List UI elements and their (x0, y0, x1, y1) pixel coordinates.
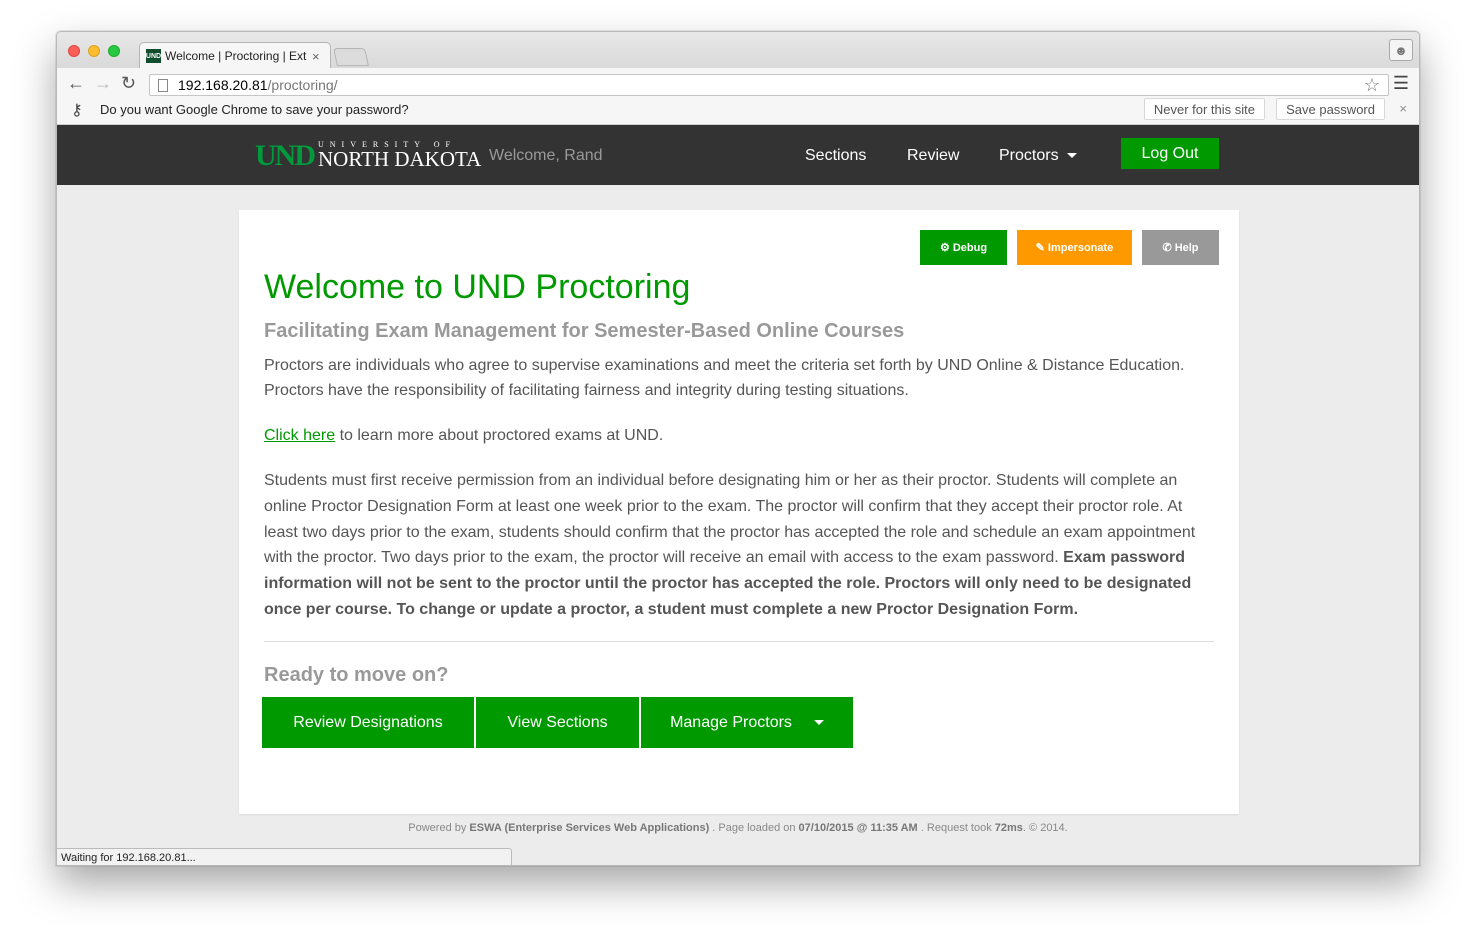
page-subtitle: Facilitating Exam Management for Semeste… (264, 320, 905, 342)
caret-down-icon (813, 720, 824, 725)
browser-tab[interactable]: UND Welcome | Proctoring | Ext × (139, 42, 331, 69)
learn-more-paragraph: Click here to learn more about proctored… (264, 423, 1219, 448)
logo-name-text: NORTH DAKOTA (318, 147, 482, 171)
save-password-infobar: ⚷ Do you want Google Chrome to save your… (57, 96, 1419, 125)
zoom-window-button[interactable] (108, 45, 120, 57)
learn-more-text: to learn more about proctored exams at U… (335, 427, 664, 444)
key-icon: ⚷ (71, 102, 83, 119)
back-arrow-icon[interactable]: ← (67, 74, 85, 92)
site-navbar: UND UNIVERSITY OF NORTH DAKOTA Welcome, … (57, 125, 1419, 185)
welcome-user-text: Welcome, Rand (489, 147, 603, 164)
action-buttons: Review Designations View Sections Manage… (262, 697, 855, 748)
new-tab-button[interactable] (333, 48, 369, 66)
manage-proctors-dropdown[interactable]: Manage Proctors (641, 697, 853, 748)
close-window-button[interactable] (68, 45, 80, 57)
page-body: ⚙ Debug ✎ Impersonate ✆ Help Welcome to UND… (57, 185, 1419, 865)
tab-strip: UND Welcome | Proctoring | Ext × ☻ (57, 32, 1419, 69)
footer-copyright: . © 2014. (1022, 822, 1068, 834)
caret-down-icon (1066, 153, 1077, 159)
infobar-close-icon[interactable]: × (1399, 101, 1407, 116)
und-logo[interactable]: UND UNIVERSITY OF NORTH DAKOTA (255, 139, 482, 172)
bookmark-star-icon[interactable]: ☆ (1364, 75, 1380, 96)
instructions-paragraph: Students must first receive permission f… (264, 468, 1219, 623)
never-for-this-site-button[interactable]: Never for this site (1143, 98, 1265, 120)
view-sections-button[interactable]: View Sections (476, 697, 639, 748)
content-card: ⚙ Debug ✎ Impersonate ✆ Help Welcome to UND… (239, 210, 1239, 814)
logout-button[interactable]: Log Out (1121, 138, 1219, 169)
tab-title: Welcome | Proctoring | Ext (165, 49, 307, 63)
url-host: 192.168.20.81 (178, 77, 268, 93)
page-title: Welcome to UND Proctoring (264, 268, 691, 306)
page-icon (158, 78, 168, 92)
footer-ms: 72ms (994, 822, 1023, 834)
instructions-text: Students must first receive permission f… (264, 472, 1196, 567)
logo-mark: UND (255, 139, 316, 172)
nav-proctors-dropdown[interactable]: Proctors (999, 147, 1077, 165)
save-password-button[interactable]: Save password (1276, 98, 1385, 120)
help-button[interactable]: ✆ Help (1142, 230, 1219, 265)
reload-icon[interactable]: ↻ (121, 74, 136, 92)
nav-sections-link[interactable]: Sections (805, 147, 866, 165)
nav-proctors-label: Proctors (999, 147, 1059, 164)
ready-heading: Ready to move on? (264, 664, 449, 686)
intro-paragraph: Proctors are individuals who agree to su… (264, 357, 1185, 399)
footer-date: 07/10/2015 @ 11:35 AM (798, 822, 918, 834)
click-here-link[interactable]: Click here (264, 427, 335, 444)
impersonate-button[interactable]: ✎ Impersonate (1017, 230, 1132, 265)
review-designations-button[interactable]: Review Designations (262, 697, 474, 748)
page-footer: Powered by ESWA (Enterprise Services Web… (57, 822, 1419, 834)
footer-took-text: . Request took (917, 822, 995, 834)
infobar-message: Do you want Google Chrome to save your p… (100, 102, 409, 117)
status-bar: Waiting for 192.168.20.81... (57, 848, 512, 865)
browser-window: UND Welcome | Proctoring | Ext × ☻ ← → ↻… (56, 31, 1420, 866)
debug-button[interactable]: ⚙ Debug (920, 230, 1007, 265)
gear-icon: ⚙ (939, 242, 950, 254)
profile-icon[interactable]: ☻ (1389, 39, 1413, 61)
minimize-window-button[interactable] (88, 45, 100, 57)
chrome-menu-icon[interactable]: ☰ (1393, 73, 1409, 94)
tab-close-icon[interactable]: × (312, 49, 320, 64)
footer-loaded-text: . Page loaded on (709, 822, 799, 834)
address-bar[interactable]: 192.168.20.81/proctoring/ ☆ (149, 74, 1389, 96)
wrench-icon: ✎ (1035, 242, 1045, 254)
nav-review-link[interactable]: Review (907, 147, 959, 165)
divider (264, 641, 1214, 642)
phone-icon: ✆ (1162, 242, 1172, 254)
manage-proctors-label: Manage Proctors (670, 713, 792, 731)
help-label: Help (1174, 241, 1199, 254)
forward-arrow-icon[interactable]: → (94, 74, 112, 92)
footer-powered-text: Powered by (408, 822, 470, 834)
footer-eswa: ESWA (Enterprise Services Web Applicatio… (469, 822, 710, 834)
url-path: /proctoring/ (267, 77, 338, 93)
debug-label: Debug (952, 241, 988, 254)
favicon-icon: UND (146, 49, 161, 63)
impersonate-label: Impersonate (1047, 241, 1114, 254)
